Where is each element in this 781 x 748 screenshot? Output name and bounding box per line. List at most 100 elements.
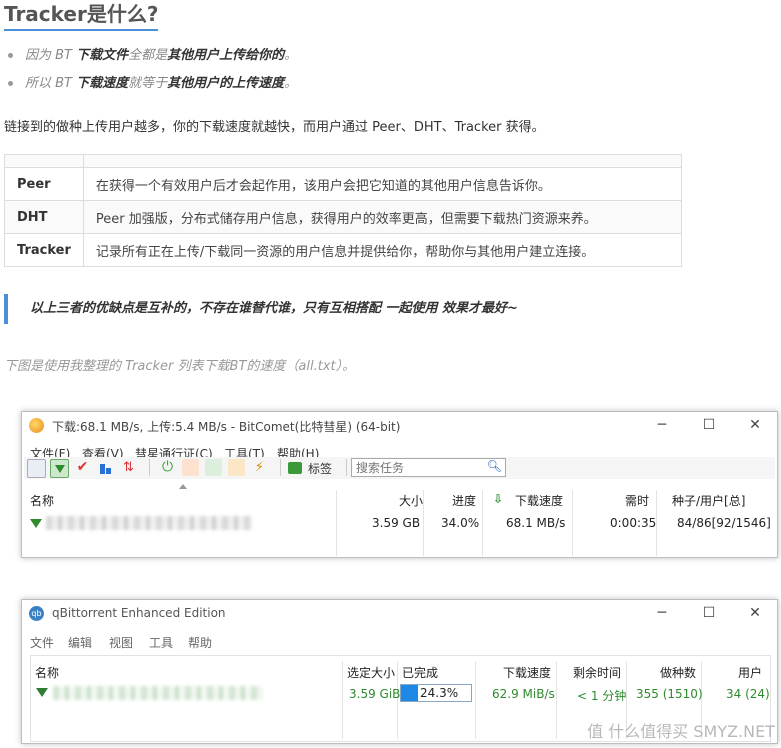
bullet-bold: 其他用户上传给你的 xyxy=(167,48,285,63)
column-header-progress[interactable]: 进度 xyxy=(452,492,476,509)
menu-view[interactable]: 视图 xyxy=(109,634,133,651)
toolbar-separator xyxy=(346,459,347,476)
table-cell xyxy=(4,154,84,168)
title-bar[interactable]: qb qBittorrent Enhanced Edition ─ ☐ ✕ xyxy=(22,600,777,628)
column-header-download-speed[interactable]: 下载速度 xyxy=(503,664,551,681)
bullet-text: 全都是 xyxy=(128,48,168,63)
page-title: Tracker是什么? xyxy=(4,0,159,31)
bullet-bold: 下载速度 xyxy=(76,76,129,91)
toolbar-separator xyxy=(149,459,150,476)
peer-table: Peer 在获得一个有效用户后才会起作用，该用户会把它知道的其他用户信息告诉你。 … xyxy=(4,154,683,267)
column-header-peers[interactable]: 用户 xyxy=(738,664,762,681)
cell-seeds: 84/86[92/1546] xyxy=(677,516,771,530)
search-input[interactable] xyxy=(354,459,488,477)
column-header-seeds[interactable]: 种子/用户[总] xyxy=(672,492,745,509)
minimize-icon[interactable]: ─ xyxy=(652,415,672,435)
bitcomet-app-icon xyxy=(29,418,44,433)
check-icon[interactable]: ✔ xyxy=(74,459,91,476)
table-key: Peer xyxy=(4,167,84,201)
rss-icon[interactable] xyxy=(228,459,245,476)
window-title: qBittorrent Enhanced Edition xyxy=(52,606,226,620)
intro-paragraph: 链接到的做种上传用户越多，你的下载速度就越快，而用户通过 Peer、DHT、Tr… xyxy=(4,120,545,135)
table-key: DHT xyxy=(4,200,84,234)
cell-eta: < 1 分钟 xyxy=(577,689,627,703)
table-key: Tracker xyxy=(4,233,84,267)
cell-size: 3.59 GiB xyxy=(349,687,401,701)
progress-fill xyxy=(401,685,418,701)
downloading-icon xyxy=(30,519,42,528)
blockquote: 以上三者的优缺点是互补的，不存在谁替代谁，只有互相搭配 一起使用 效果才最好~ xyxy=(4,294,704,324)
cell-download-speed: 68.1 MB/s xyxy=(506,516,566,530)
column-header-size[interactable]: 大小 xyxy=(399,492,423,509)
table-cell xyxy=(82,154,683,168)
maximize-icon[interactable]: ☐ xyxy=(699,603,719,623)
menu-edit[interactable]: 编辑 xyxy=(68,634,92,651)
bullet-bold: 其他用户的上传速度 xyxy=(167,76,285,91)
sort-arrows-icon[interactable]: ⇅ xyxy=(120,459,137,476)
table-row: Tracker 记录所有正在上传/下载同一资源的用户信息并提供给你，帮助你与其他用… xyxy=(4,233,683,267)
tag-button[interactable]: 标签 xyxy=(308,460,332,477)
search-box[interactable]: 🔍︎ xyxy=(351,458,506,477)
new-task-icon[interactable] xyxy=(27,459,46,478)
column-header-done[interactable]: 已完成 xyxy=(402,664,438,681)
cell-peers: 34 (24) xyxy=(726,687,770,701)
blurred-filename xyxy=(46,516,252,530)
list-item: 因为 BT 下载文件全都是其他用户上传给你的。 xyxy=(8,44,297,63)
progress-label: 24.3% xyxy=(420,686,459,700)
download-icon[interactable] xyxy=(50,459,69,478)
bullet-text: 就等于 xyxy=(128,76,168,91)
column-header-name[interactable]: 名称 xyxy=(35,664,59,681)
lightning-icon[interactable]: ⚡ xyxy=(251,459,268,476)
search-icon[interactable]: 🔍︎ xyxy=(487,459,502,473)
bullet-bold: 下载文件 xyxy=(76,48,129,63)
cell-download-speed: 62.9 MiB/s xyxy=(492,687,555,701)
cell-size: 3.59 GB xyxy=(372,516,421,530)
minimize-icon[interactable]: ─ xyxy=(652,603,672,623)
menu-tools[interactable]: 工具 xyxy=(149,634,173,651)
tag-icon xyxy=(288,462,302,474)
qbittorrent-app-icon: qb xyxy=(29,606,44,621)
watermark: 值 什么值得买 SMYZ.NET xyxy=(587,722,775,741)
bullet-dot xyxy=(8,53,13,58)
menu-file[interactable]: 文件 xyxy=(30,634,54,651)
toolbar-separator xyxy=(280,459,281,476)
blurred-filename xyxy=(53,686,263,700)
column-header-size[interactable]: 选定大小 xyxy=(347,664,395,681)
column-headers: 名称 选定大小 已完成 下载速度 剩余时间 做种数 用户 xyxy=(31,664,770,682)
import-icon[interactable] xyxy=(182,459,199,476)
title-bar[interactable]: 下载:68.1 MB/s, 上传:5.4 MB/s - BitComet(比特彗… xyxy=(22,412,777,440)
maximize-icon[interactable]: ☐ xyxy=(699,415,719,435)
bullet-text: 因为 BT xyxy=(25,48,77,63)
column-header-download-speed[interactable]: 下载速度 xyxy=(515,492,563,509)
table-value: Peer 加强版，分布式储存用户信息，获得用户的效率更高，但需要下载热门资源来养… xyxy=(82,200,683,234)
progress-bar: 24.3% xyxy=(400,684,472,702)
table-row: Peer 在获得一个有效用户后才会起作用，该用户会把它知道的其他用户信息告诉你。 xyxy=(4,167,683,201)
table-value: 记录所有正在上传/下载同一资源的用户信息并提供给你，帮助你与其他用户建立连接。 xyxy=(82,233,683,267)
cell-seeds: 355 (1510) xyxy=(636,687,703,701)
column-header-name[interactable]: 名称 xyxy=(30,492,54,509)
window-title: 下载:68.1 MB/s, 上传:5.4 MB/s - BitComet(比特彗… xyxy=(52,420,401,434)
bullet-dot xyxy=(8,81,13,86)
export-icon[interactable] xyxy=(205,459,222,476)
bullet-text: 。 xyxy=(284,76,298,91)
table-value: 在获得一个有效用户后才会起作用，该用户会把它知道的其他用户信息告诉你。 xyxy=(82,167,683,201)
toolbar: ✔ ⇅ ⏻ ⚡ 标签 🔍︎ xyxy=(24,457,775,479)
downloading-icon xyxy=(36,688,48,697)
column-header-seeds[interactable]: 做种数 xyxy=(660,664,696,681)
table-header-row xyxy=(4,154,683,168)
close-icon[interactable]: ✕ xyxy=(745,415,765,435)
table-row: DHT Peer 加强版，分布式储存用户信息，获得用户的效率更高，但需要下载热门资… xyxy=(4,200,683,234)
column-header-time[interactable]: 需时 xyxy=(625,492,649,509)
power-icon[interactable]: ⏻ xyxy=(159,459,176,476)
down-arrow-icon: ⇩ xyxy=(493,492,504,506)
column-header-eta[interactable]: 剩余时间 xyxy=(573,664,621,681)
close-icon[interactable]: ✕ xyxy=(745,603,765,623)
bullet-text: 所以 BT xyxy=(25,76,77,91)
bullet-text: 。 xyxy=(284,48,298,63)
menu-help[interactable]: 帮助 xyxy=(188,634,212,651)
cell-time: 0:00:35 xyxy=(610,516,657,530)
bitcomet-window: 下载:68.1 MB/s, 上传:5.4 MB/s - BitComet(比特彗… xyxy=(21,411,778,558)
list-item: 所以 BT 下载速度就等于其他用户的上传速度。 xyxy=(8,72,297,91)
image-caption: 下图是使用我整理的 Tracker 列表下载BT的速度（all.txt）。 xyxy=(4,359,356,374)
stop-icon[interactable] xyxy=(97,459,114,476)
